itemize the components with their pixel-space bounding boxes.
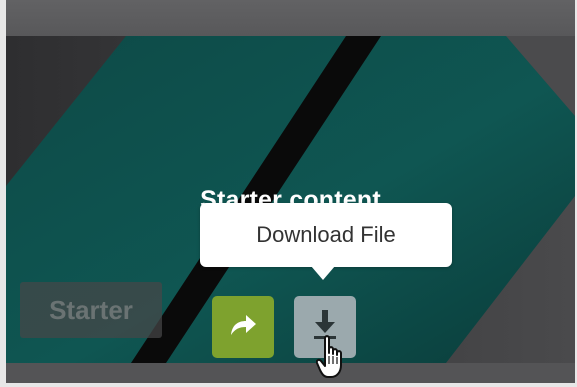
tooltip-arrow bbox=[311, 266, 335, 280]
download-tooltip: Download File bbox=[200, 203, 452, 267]
hand-cursor-icon bbox=[315, 334, 350, 385]
top-strip bbox=[6, 0, 575, 36]
share-button[interactable] bbox=[212, 296, 274, 358]
bottom-strip bbox=[6, 363, 575, 383]
share-arrow-icon bbox=[228, 313, 258, 342]
video-thumbnail-frame: Starter content Starter bbox=[6, 0, 575, 383]
starter-badge: Starter bbox=[20, 282, 162, 338]
